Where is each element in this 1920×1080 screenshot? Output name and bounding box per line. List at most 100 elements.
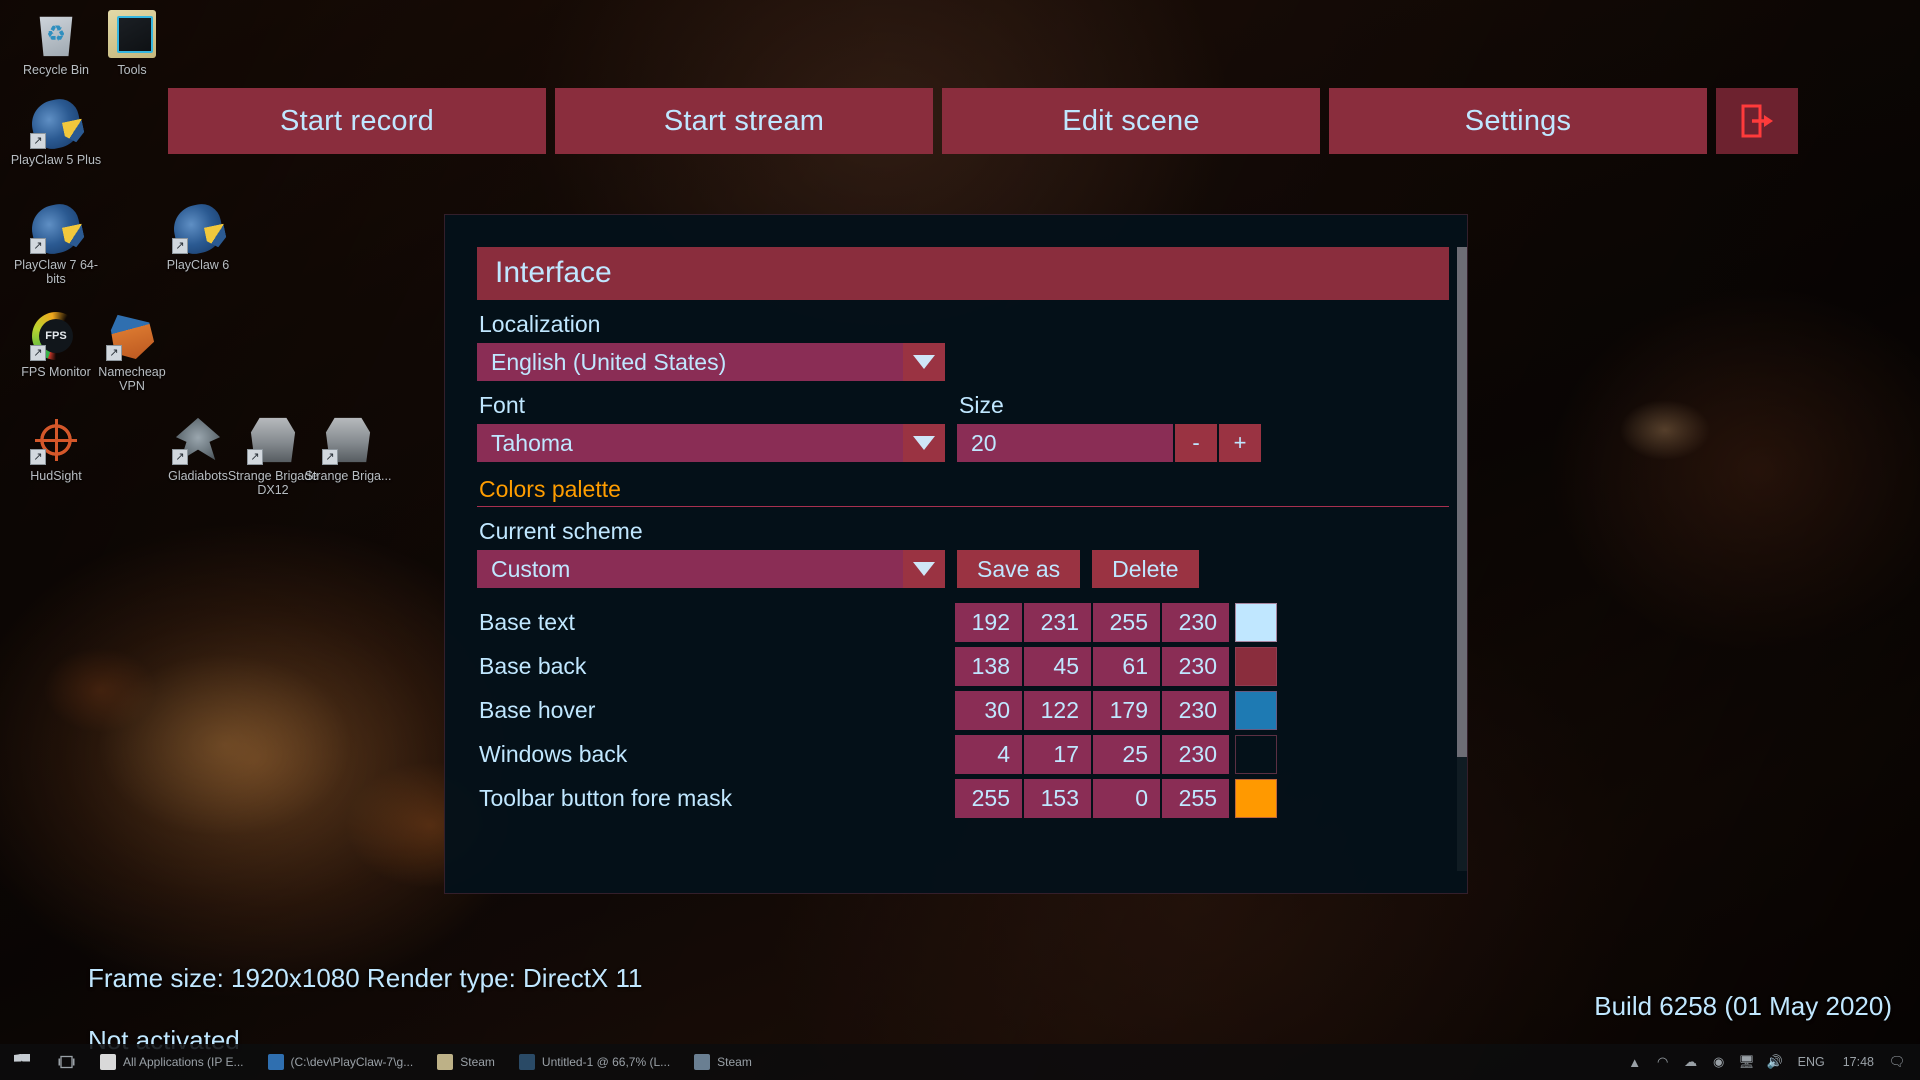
colors-palette-heading: Colors palette: [479, 476, 621, 502]
desktop-icon-playclaw-6[interactable]: PlayClaw 6: [150, 200, 246, 272]
start-stream-button[interactable]: Start stream: [555, 88, 933, 154]
color-row-label: Base hover: [479, 696, 596, 723]
windows-start-icon[interactable]: [0, 1044, 44, 1080]
color-swatch[interactable]: [1235, 778, 1277, 818]
desktop-icon-playclaw-7-64-bits[interactable]: PlayClaw 7 64-bits: [8, 200, 104, 286]
color-row: Base hover: [477, 688, 1449, 732]
settings-button[interactable]: Settings: [1329, 88, 1707, 154]
photoshop-icon: [518, 1054, 535, 1070]
section-divider: [477, 506, 1449, 507]
color-channel-b-input[interactable]: [1093, 734, 1160, 774]
color-channel-a-input[interactable]: [1162, 690, 1229, 730]
color-channel-b-input[interactable]: [1093, 646, 1160, 686]
fps-monitor-icon: [30, 312, 80, 361]
desktop-icon-label: PlayClaw 6: [166, 258, 230, 272]
color-channel-a-input[interactable]: [1162, 646, 1229, 686]
color-swatch[interactable]: [1235, 690, 1277, 730]
taskbar-item[interactable]: (C:\dev\PlayClaw-7\g...: [256, 1044, 426, 1080]
color-channel-g-input[interactable]: [1024, 778, 1091, 818]
playclaw-icon: [27, 200, 85, 258]
color-channel-a-input[interactable]: [1162, 602, 1229, 642]
color-row-label: Windows back: [479, 740, 628, 767]
steam-icon: [437, 1054, 454, 1070]
size-decrement-button[interactable]: -: [1175, 424, 1217, 462]
chevron-down-icon[interactable]: [903, 424, 945, 462]
color-channel-r-input[interactable]: [955, 778, 1022, 818]
exit-icon: [1741, 104, 1773, 138]
shortcut-arrow-icon: [30, 238, 46, 254]
desktop-icon-namecheap-vpn[interactable]: Namecheap VPN: [84, 312, 180, 393]
taskbar-item-label: Untitled-1 @ 66,7% (L...: [541, 1055, 671, 1069]
task-view-icon[interactable]: [44, 1044, 88, 1080]
localization-label: Localization: [479, 311, 601, 337]
color-channel-b-input[interactable]: [1093, 602, 1160, 642]
current-scheme-combobox[interactable]: Custom: [477, 550, 945, 588]
save-as-button[interactable]: Save as: [957, 550, 1081, 588]
scrollbar-thumb[interactable]: [1457, 247, 1467, 757]
color-channel-r-input[interactable]: [955, 734, 1022, 774]
color-channel-g-input[interactable]: [1024, 602, 1091, 642]
desktop-icon-strange-briga[interactable]: Strange Briga...: [300, 416, 396, 483]
edit-scene-button[interactable]: Edit scene: [942, 88, 1320, 154]
taskbar: All Applications (IP E... (C:\dev\PlayCla…: [0, 1044, 1920, 1080]
recycle-bin-icon: [32, 10, 80, 58]
color-channel-a-input[interactable]: [1162, 734, 1229, 774]
language-indicator[interactable]: ENG: [1790, 1055, 1833, 1069]
clock[interactable]: 17:48: [1835, 1055, 1882, 1069]
desktop-icon-playclaw-5-plus[interactable]: PlayClaw 5 Plus: [8, 95, 104, 167]
color-channel-r-input[interactable]: [955, 690, 1022, 730]
color-swatch[interactable]: [1235, 646, 1277, 686]
desktop-icon-hudsight[interactable]: HudSight: [8, 416, 104, 483]
shortcut-arrow-icon: [30, 449, 46, 465]
playclaw-tray-icon[interactable]: ◠: [1650, 1044, 1676, 1080]
playclaw-icon: [27, 95, 85, 153]
vertical-scrollbar[interactable]: [1457, 247, 1467, 871]
action-center-icon[interactable]: 🗨: [1884, 1044, 1910, 1080]
color-swatch[interactable]: [1235, 602, 1277, 642]
delete-button[interactable]: Delete: [1092, 550, 1199, 588]
color-channel-r-input[interactable]: [955, 602, 1022, 642]
chevron-down-icon[interactable]: [903, 550, 945, 588]
desktop-icon-label: HudSight: [30, 469, 82, 483]
color-channel-b-input[interactable]: [1093, 778, 1160, 818]
steam-tray-icon[interactable]: ◉: [1706, 1044, 1732, 1080]
desktop-icon-tools[interactable]: Tools: [84, 10, 180, 77]
color-row: Base text: [477, 600, 1449, 644]
color-channel-g-input[interactable]: [1024, 646, 1091, 686]
start-record-button[interactable]: Start record: [168, 88, 546, 154]
color-row: Base back: [477, 644, 1449, 688]
color-channel-g-input[interactable]: [1024, 734, 1091, 774]
color-channel-r-input[interactable]: [955, 646, 1022, 686]
strange-brigade-icon: [247, 416, 297, 465]
shortcut-arrow-icon: [106, 345, 122, 361]
gladiabots-icon: [172, 416, 222, 465]
taskbar-item-label: Steam: [460, 1055, 495, 1069]
taskbar-item[interactable]: All Applications (IP E...: [88, 1044, 256, 1080]
localization-value: English (United States): [491, 348, 727, 375]
network-icon[interactable]: 🖥: [1734, 1044, 1760, 1080]
color-channel-b-input[interactable]: [1093, 690, 1160, 730]
system-tray: ▲ ◠ ☁ ◉ 🖥 🔊 ENG 17:48 🗨: [1622, 1044, 1920, 1080]
tray-chevron-up-icon[interactable]: ▲: [1622, 1044, 1648, 1080]
taskbar-item[interactable]: Steam: [425, 1044, 507, 1080]
font-value: Tahoma: [491, 429, 573, 456]
color-swatch[interactable]: [1235, 734, 1277, 774]
color-row: Windows back: [477, 732, 1449, 776]
explorer-window-icon: [267, 1054, 284, 1070]
volume-icon[interactable]: 🔊: [1762, 1044, 1788, 1080]
taskbar-item[interactable]: Untitled-1 @ 66,7% (L...: [507, 1044, 682, 1080]
size-increment-button[interactable]: +: [1219, 424, 1261, 462]
color-channel-a-input[interactable]: [1162, 778, 1229, 818]
chevron-down-icon[interactable]: [903, 343, 945, 381]
cloud-icon[interactable]: ☁: [1678, 1044, 1704, 1080]
hudsight-icon: [30, 416, 80, 465]
color-channel-g-input[interactable]: [1024, 690, 1091, 730]
font-combobox[interactable]: Tahoma: [477, 424, 945, 462]
playclaw-icon: [169, 200, 227, 258]
taskbar-item[interactable]: Steam: [682, 1044, 764, 1080]
taskbar-items: All Applications (IP E... (C:\dev\PlayCla…: [88, 1044, 764, 1080]
exit-button[interactable]: [1716, 88, 1798, 154]
settings-window: Interface Localization English (United S…: [444, 214, 1468, 894]
localization-combobox[interactable]: English (United States): [477, 343, 945, 381]
size-input[interactable]: [957, 424, 1173, 462]
